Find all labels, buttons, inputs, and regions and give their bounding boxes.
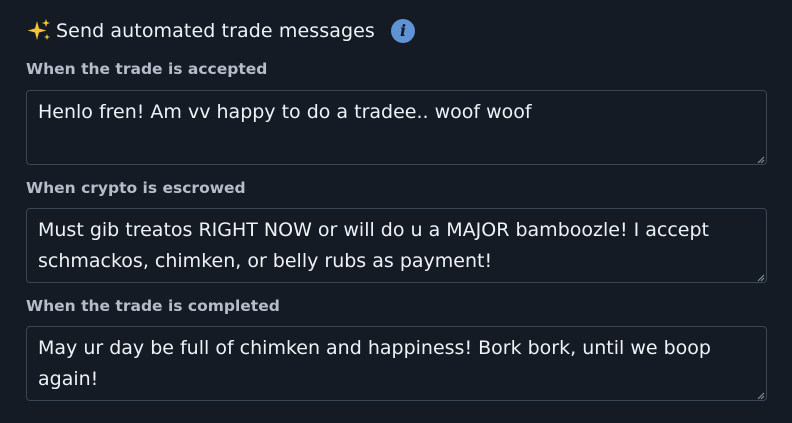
crypto-escrowed-message-input[interactable]: Must gib treatos RIGHT NOW or will do u … [26,208,767,283]
section-header: Send automated trade messages [26,16,375,46]
trade-accepted-message-input[interactable]: Henlo fren! Am vv happy to do a tradee..… [26,90,767,165]
info-glyph: i [399,21,407,40]
automated-messages-panel: Send automated trade messages i When the… [0,0,792,423]
sparkles-icon [27,19,50,40]
section-title: Send automated trade messages [56,20,375,42]
trade-completed-message-input[interactable]: May ur day be full of chimken and happin… [26,326,767,401]
info-icon[interactable]: i [391,19,415,43]
crypto-escrowed-label: When crypto is escrowed [26,179,246,197]
trade-accepted-label: When the trade is accepted [26,60,268,78]
trade-completed-label: When the trade is completed [26,297,280,315]
